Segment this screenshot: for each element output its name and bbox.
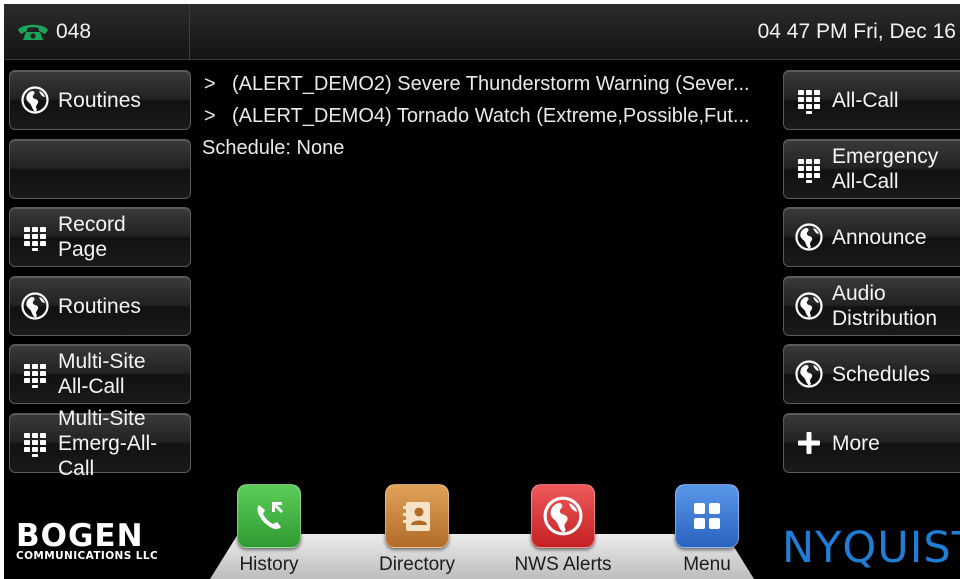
history-dock-button[interactable]: History [209, 484, 329, 576]
keypad-icon [21, 360, 49, 388]
dock-label: Menu [683, 554, 731, 575]
all-call-button[interactable]: All-Call [783, 70, 960, 130]
button-label: Routines [58, 294, 141, 318]
routines-button[interactable]: Routines [9, 70, 191, 130]
clock: 04 47 PM Fri, Dec 16 [757, 20, 956, 43]
device-frame: 048 04 47 PM Fri, Dec 16 Routines Record… [0, 0, 960, 579]
globe-icon [531, 484, 595, 548]
alert-line[interactable]: > (ALERT_DEMO4) Tornado Watch (Extreme,Po… [202, 100, 774, 132]
phone-icon [16, 21, 50, 43]
more-button[interactable]: More [783, 413, 960, 473]
keypad-icon [21, 429, 49, 457]
announce-button[interactable]: Announce [783, 207, 960, 267]
alert-text: (ALERT_DEMO4) Tornado Watch (Extreme,Pos… [232, 105, 750, 127]
keypad-icon [795, 86, 823, 114]
schedule-status: Schedule: None [202, 137, 345, 159]
nws-alerts-dock-button[interactable]: NWS Alerts [503, 484, 623, 576]
multi-site-emerg-all-call-button[interactable]: Multi-Site Emerg-All-Call [9, 407, 191, 480]
directory-dock-button[interactable]: Directory [357, 484, 477, 576]
blank-button[interactable] [9, 139, 191, 199]
audio-distribution-button[interactable]: Audio Distribution [783, 276, 960, 336]
button-label: Routines [58, 88, 141, 112]
phone-history-icon [237, 484, 301, 548]
bogen-wordmark: BOGEN [16, 518, 144, 554]
address-book-icon [385, 484, 449, 548]
globe-icon [795, 223, 823, 251]
globe-icon [795, 360, 823, 388]
message-area: > (ALERT_DEMO2) Severe Thunderstorm Warni… [202, 68, 774, 164]
button-label: Multi-Site Emerg-All-Call [58, 406, 158, 480]
bogen-logo: BOGEN COMMUNICATIONS LLC [16, 518, 206, 563]
nyquist-logo: NYQUIST [782, 523, 960, 573]
grid-menu-icon [675, 484, 739, 548]
phone-screen: 048 04 47 PM Fri, Dec 16 Routines Record… [4, 4, 960, 579]
dock-label: Directory [378, 554, 455, 575]
schedules-button[interactable]: Schedules [783, 344, 960, 404]
alert-arrow: > [204, 105, 216, 127]
dock-label: History [239, 554, 299, 575]
status-bar: 048 04 47 PM Fri, Dec 16 [4, 4, 960, 60]
alert-text: (ALERT_DEMO2) Severe Thunderstorm Warnin… [232, 73, 750, 95]
button-label: Announce [832, 225, 927, 249]
globe-icon [21, 86, 49, 114]
button-label: Record Page [58, 213, 126, 261]
record-page-button[interactable]: Record Page [9, 207, 191, 267]
keypad-icon [795, 155, 823, 183]
emergency-all-call-button[interactable]: Emergency All-Call [783, 139, 960, 199]
alert-line[interactable]: > (ALERT_DEMO2) Severe Thunderstorm Warni… [202, 68, 774, 100]
globe-icon [795, 292, 823, 320]
button-label: More [832, 431, 880, 455]
alert-arrow: > [204, 73, 216, 95]
button-label: Multi-Site All-Call [58, 350, 146, 398]
button-label: Audio Distribution [832, 282, 938, 330]
keypad-icon [21, 223, 49, 251]
button-label: Emergency All-Call [832, 145, 939, 193]
routines-button-2[interactable]: Routines [9, 276, 191, 336]
plus-icon [795, 429, 823, 457]
dock-label: NWS Alerts [514, 554, 612, 575]
button-label: All-Call [832, 88, 899, 112]
multi-site-all-call-button[interactable]: Multi-Site All-Call [9, 344, 191, 404]
menu-dock-button[interactable]: Menu [647, 484, 767, 576]
extension-indicator: 048 [4, 4, 190, 60]
extension-number: 048 [56, 20, 92, 43]
globe-icon [21, 292, 49, 320]
button-label: Schedules [832, 362, 931, 386]
bogen-subtitle: COMMUNICATIONS LLC [16, 550, 159, 562]
